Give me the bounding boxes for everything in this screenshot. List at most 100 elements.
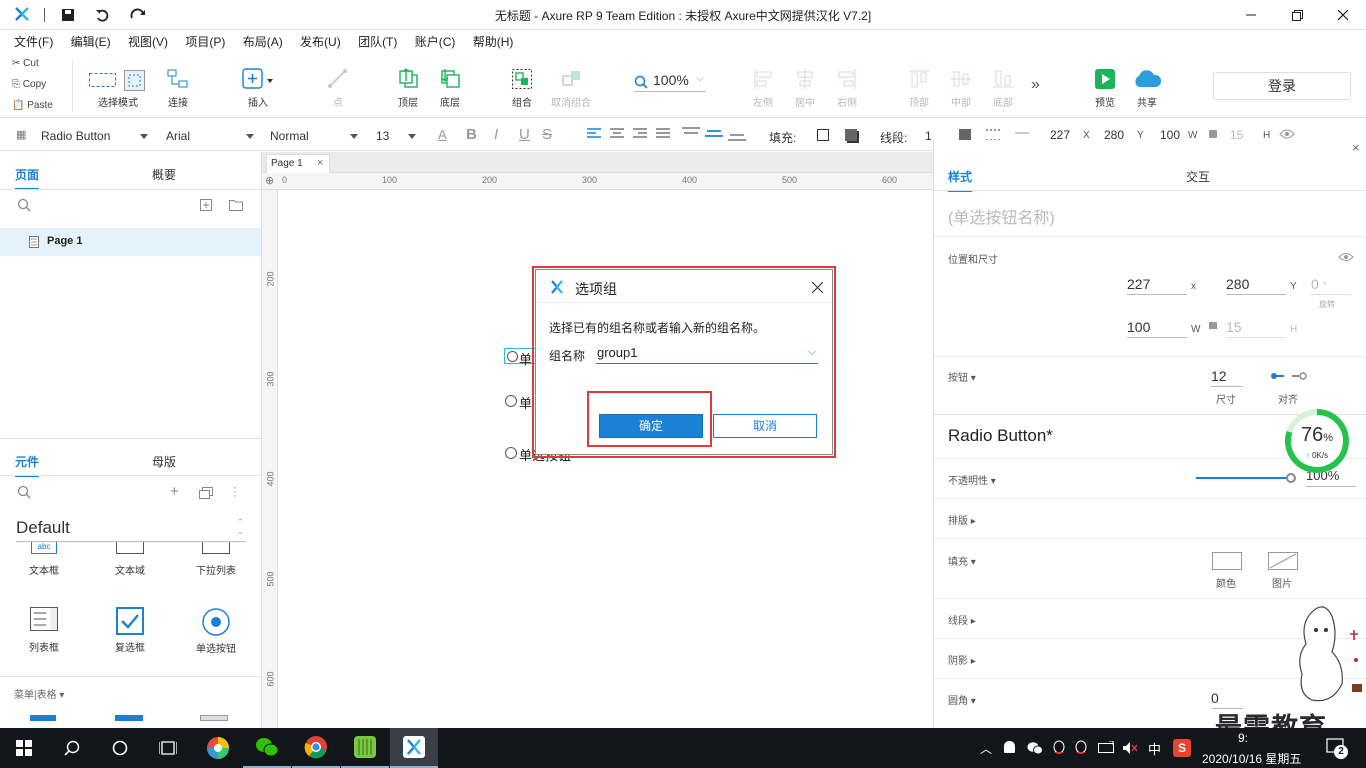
point-button[interactable]: 点 bbox=[308, 64, 368, 114]
clock-date[interactable]: 2020/10/16 星期五 bbox=[1202, 750, 1301, 767]
widget-search-icon[interactable] bbox=[17, 485, 31, 499]
action-center-button[interactable]: 2 bbox=[1326, 738, 1348, 759]
button-size-input[interactable]: 12 bbox=[1211, 365, 1243, 387]
select-mode-button[interactable]: 选择模式 bbox=[88, 64, 148, 114]
tray-qq-icon-2[interactable] bbox=[1074, 740, 1088, 756]
font-size-select[interactable]: 13 bbox=[376, 125, 416, 147]
align-bottom-button[interactable]: 底部 bbox=[973, 64, 1033, 114]
page-tree-item[interactable]: Page 1 bbox=[0, 228, 261, 256]
copy-button[interactable]: ⎘ Copy bbox=[12, 79, 46, 90]
widget-textarea[interactable]: 文本域 bbox=[100, 542, 160, 582]
widget-textbox[interactable]: abc 文本框 bbox=[14, 542, 74, 582]
aspect-lock-icon[interactable] bbox=[1209, 322, 1217, 329]
tray-expand-icon[interactable]: ︿ bbox=[980, 740, 992, 757]
tray-notification-bell-icon[interactable] bbox=[1004, 741, 1015, 753]
page-tab[interactable]: Page 1 × bbox=[266, 154, 330, 173]
maximize-button[interactable] bbox=[1274, 0, 1320, 30]
button-align-icon[interactable] bbox=[1270, 372, 1308, 380]
lock-icon[interactable] bbox=[1209, 130, 1217, 138]
send-to-back-button[interactable]: 底层 bbox=[420, 64, 480, 114]
taskbar-search-button[interactable] bbox=[48, 728, 96, 768]
width-input[interactable]: 100 bbox=[1127, 316, 1187, 338]
more-tools-icon[interactable]: » bbox=[1031, 76, 1040, 94]
taskbar-app-green[interactable] bbox=[341, 728, 389, 768]
strike-icon[interactable]: S bbox=[542, 126, 552, 143]
group-name-input[interactable]: group1 bbox=[597, 345, 637, 360]
menu-publish[interactable]: 发布(U) bbox=[300, 30, 341, 54]
opacity-slider-track[interactable] bbox=[1196, 477, 1288, 479]
insert-button[interactable]: 插入 bbox=[228, 64, 288, 114]
opacity-label[interactable]: 不透明性 ▾ bbox=[948, 472, 996, 487]
tray-sogou-icon[interactable]: S bbox=[1173, 739, 1191, 757]
text-justify-icon[interactable] bbox=[656, 128, 670, 140]
widget-radio[interactable]: 单选按钮 bbox=[186, 607, 246, 657]
tab-style[interactable]: 样式 bbox=[948, 168, 973, 192]
cut-button[interactable]: ✂ Cut bbox=[12, 58, 39, 69]
menu-layout[interactable]: 布局(A) bbox=[243, 30, 283, 54]
taskbar-app-axure[interactable] bbox=[390, 728, 438, 768]
minimize-button[interactable] bbox=[1228, 0, 1274, 30]
fill-section-label[interactable]: 填充 ▾ bbox=[948, 553, 976, 568]
typography-label[interactable]: 排版 ▸ bbox=[948, 512, 976, 527]
add-library-icon[interactable]: + bbox=[170, 484, 179, 499]
shadow-swatch[interactable] bbox=[845, 129, 857, 141]
share-button[interactable]: 共享 bbox=[1117, 64, 1177, 114]
tray-network-icon[interactable] bbox=[1098, 741, 1114, 755]
page-tab-close-icon[interactable]: × bbox=[317, 157, 323, 169]
shadow-section-label[interactable]: 阴影 ▸ bbox=[948, 652, 976, 667]
arrow-style-icon[interactable] bbox=[1015, 132, 1029, 134]
widget-name-input[interactable]: (单选按钮名称) bbox=[948, 204, 1055, 228]
menu-file[interactable]: 文件(F) bbox=[14, 30, 53, 54]
group-name-dropdown-icon[interactable]: ⌵ bbox=[808, 346, 816, 359]
font-family-select[interactable]: Arial bbox=[166, 125, 254, 147]
tray-wechat-icon[interactable] bbox=[1027, 741, 1043, 755]
menu-team[interactable]: 团队(T) bbox=[358, 30, 397, 54]
tab-interactions[interactable]: 交互 bbox=[1186, 168, 1210, 185]
widget-category-label[interactable]: 菜单|表格 ▾ bbox=[14, 686, 64, 701]
menu-edit[interactable]: 编辑(E) bbox=[71, 30, 111, 54]
ok-button[interactable]: 确定 bbox=[599, 414, 703, 438]
bold-icon[interactable]: B bbox=[466, 126, 477, 143]
valign-middle-icon[interactable] bbox=[705, 127, 723, 141]
network-speed-widget[interactable]: 76% ↑ 0K/s bbox=[1284, 408, 1350, 474]
start-button[interactable] bbox=[0, 728, 48, 768]
menu-view[interactable]: 视图(V) bbox=[128, 30, 168, 54]
opacity-slider-handle[interactable] bbox=[1286, 473, 1296, 483]
tab-outline[interactable]: 概要 bbox=[152, 166, 176, 183]
style-name[interactable]: Radio Button* bbox=[948, 426, 1053, 446]
fill-color-swatch[interactable] bbox=[817, 129, 829, 141]
ungroup-button[interactable]: 取消组合 bbox=[541, 64, 601, 114]
connect-button[interactable]: 连接 bbox=[148, 64, 208, 114]
widget-dropdown[interactable]: 下拉列表 bbox=[186, 542, 246, 582]
add-folder-icon[interactable] bbox=[229, 199, 243, 211]
tab-pages[interactable]: 页面 bbox=[15, 166, 40, 190]
tab-widgets[interactable]: 元件 bbox=[15, 453, 40, 477]
valign-bottom-icon[interactable] bbox=[728, 127, 746, 141]
library-more-icon[interactable]: · · · bbox=[233, 481, 237, 501]
tray-qq-icon-1[interactable] bbox=[1052, 740, 1066, 756]
y-input[interactable]: 280 bbox=[1226, 273, 1286, 295]
clock-time[interactable]: 9: bbox=[1238, 731, 1248, 745]
taskbar-app-wechat[interactable] bbox=[243, 728, 291, 768]
add-page-icon[interactable] bbox=[200, 199, 212, 211]
text-align-right-icon[interactable] bbox=[633, 128, 647, 140]
taskbar-app-chrome[interactable] bbox=[292, 728, 340, 768]
group-name-combobox[interactable]: group1 ⌵ bbox=[596, 344, 818, 364]
line-section-label[interactable]: 线段 ▸ bbox=[948, 612, 976, 627]
visibility-eye-icon[interactable] bbox=[1279, 128, 1295, 140]
corner-section-label[interactable]: 圆角 ▾ bbox=[948, 692, 976, 707]
paste-button[interactable]: 📋 Paste bbox=[12, 100, 53, 111]
line-width-value[interactable]: 1 bbox=[925, 129, 932, 143]
text-color-icon[interactable]: A bbox=[438, 127, 447, 142]
tab-masters[interactable]: 母版 bbox=[152, 453, 176, 470]
library-copy-icon[interactable] bbox=[199, 487, 213, 499]
menu-account[interactable]: 账户(C) bbox=[415, 30, 456, 54]
rotation-input[interactable]: 0 ° bbox=[1311, 273, 1351, 295]
taskbar-app-colorwheel[interactable] bbox=[194, 728, 242, 768]
height-input[interactable]: 15 bbox=[1226, 316, 1286, 338]
cancel-button[interactable]: 取消 bbox=[713, 414, 817, 438]
menu-help[interactable]: 帮助(H) bbox=[473, 30, 514, 54]
x-input[interactable]: 227 bbox=[1127, 273, 1187, 295]
underline-icon[interactable]: U bbox=[519, 126, 530, 143]
close-button[interactable] bbox=[1320, 0, 1366, 30]
